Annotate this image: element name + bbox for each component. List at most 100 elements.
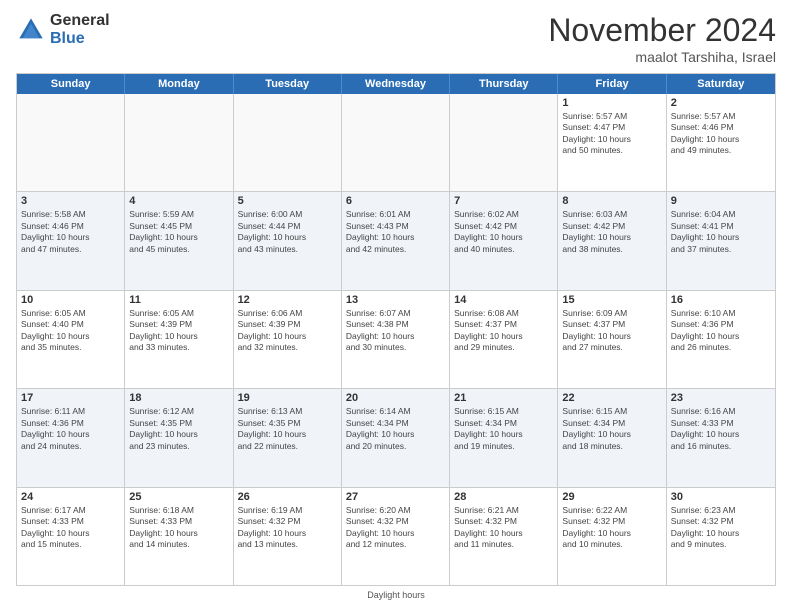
day-info: Sunrise: 6:11 AM Sunset: 4:36 PM Dayligh… [21,406,120,452]
page: General Blue November 2024 maalot Tarshi… [0,0,792,612]
day-number: 30 [671,491,771,503]
day-number: 5 [238,195,337,207]
day-number: 19 [238,392,337,404]
cal-cell-day-17: 17 Sunrise: 6:11 AM Sunset: 4:36 PM Dayli… [17,389,125,486]
day-number: 18 [129,392,228,404]
day-info: Sunrise: 6:08 AM Sunset: 4:37 PM Dayligh… [454,308,553,354]
logo-text: General Blue [50,12,110,47]
footer: Daylight hours [16,590,776,600]
day-number: 28 [454,491,553,503]
calendar: SundayMondayTuesdayWednesdayThursdayFrid… [16,73,776,586]
cal-cell-day-23: 23Sunrise: 6:16 AM Sunset: 4:33 PM Dayli… [667,389,775,486]
cal-row-1: 3 Sunrise: 5:58 AM Sunset: 4:46 PM Daylig… [17,192,775,290]
logo-general: General [50,12,110,30]
day-info: Sunrise: 5:58 AM Sunset: 4:46 PM Dayligh… [21,209,120,255]
day-info: Sunrise: 6:14 AM Sunset: 4:34 PM Dayligh… [346,406,445,452]
day-number: 4 [129,195,228,207]
header-day-friday: Friday [558,74,666,94]
day-number: 10 [21,294,120,306]
day-info: Sunrise: 6:13 AM Sunset: 4:35 PM Dayligh… [238,406,337,452]
cal-cell-day-20: 20 Sunrise: 6:14 AM Sunset: 4:34 PM Dayli… [342,389,450,486]
title-block: November 2024 maalot Tarshiha, Israel [548,12,776,65]
day-number: 8 [562,195,661,207]
day-info: Sunrise: 6:15 AM Sunset: 4:34 PM Dayligh… [454,406,553,452]
day-info: Sunrise: 6:18 AM Sunset: 4:33 PM Dayligh… [129,505,228,551]
day-info: Sunrise: 5:57 AM Sunset: 4:47 PM Dayligh… [562,111,661,157]
cal-cell-day-21: 21 Sunrise: 6:15 AM Sunset: 4:34 PM Dayli… [450,389,558,486]
day-info: Sunrise: 6:05 AM Sunset: 4:40 PM Dayligh… [21,308,120,354]
cal-cell-day-19: 19 Sunrise: 6:13 AM Sunset: 4:35 PM Dayli… [234,389,342,486]
calendar-header: SundayMondayTuesdayWednesdayThursdayFrid… [17,74,775,94]
day-info: Sunrise: 6:21 AM Sunset: 4:32 PM Dayligh… [454,505,553,551]
cal-row-0: 1 Sunrise: 5:57 AM Sunset: 4:47 PM Daylig… [17,94,775,192]
day-info: Sunrise: 6:22 AM Sunset: 4:32 PM Dayligh… [562,505,661,551]
cal-row-2: 10 Sunrise: 6:05 AM Sunset: 4:40 PM Dayli… [17,291,775,389]
day-number: 1 [562,97,661,109]
day-info: Sunrise: 6:17 AM Sunset: 4:33 PM Dayligh… [21,505,120,551]
cal-cell-day-29: 29 Sunrise: 6:22 AM Sunset: 4:32 PM Dayli… [558,488,666,585]
day-number: 6 [346,195,445,207]
cal-cell-day-25: 25 Sunrise: 6:18 AM Sunset: 4:33 PM Dayli… [125,488,233,585]
day-info: Sunrise: 6:05 AM Sunset: 4:39 PM Dayligh… [129,308,228,354]
cal-cell-day-30: 30 Sunrise: 6:23 AM Sunset: 4:32 PM Dayli… [667,488,775,585]
cal-cell-day-13: 13Sunrise: 6:07 AM Sunset: 4:38 PM Dayli… [342,291,450,388]
day-number: 12 [238,294,337,306]
cal-cell-day-22: 22Sunrise: 6:15 AM Sunset: 4:34 PM Dayli… [558,389,666,486]
day-info: Sunrise: 6:01 AM Sunset: 4:43 PM Dayligh… [346,209,445,255]
day-info: Sunrise: 6:23 AM Sunset: 4:32 PM Dayligh… [671,505,771,551]
day-info: Sunrise: 6:19 AM Sunset: 4:32 PM Dayligh… [238,505,337,551]
day-number: 27 [346,491,445,503]
month-title: November 2024 [548,12,776,49]
header: General Blue November 2024 maalot Tarshi… [16,12,776,65]
cal-cell-day-8: 8 Sunrise: 6:03 AM Sunset: 4:42 PM Daylig… [558,192,666,289]
day-info: Sunrise: 6:16 AM Sunset: 4:33 PM Dayligh… [671,406,771,452]
cal-cell-day-5: 5Sunrise: 6:00 AM Sunset: 4:44 PM Daylig… [234,192,342,289]
cal-cell-day-7: 7 Sunrise: 6:02 AM Sunset: 4:42 PM Daylig… [450,192,558,289]
cal-cell-day-10: 10 Sunrise: 6:05 AM Sunset: 4:40 PM Dayli… [17,291,125,388]
day-number: 21 [454,392,553,404]
day-number: 9 [671,195,771,207]
day-number: 22 [562,392,661,404]
day-info: Sunrise: 6:07 AM Sunset: 4:38 PM Dayligh… [346,308,445,354]
cal-cell-day-24: 24 Sunrise: 6:17 AM Sunset: 4:33 PM Dayli… [17,488,125,585]
cal-cell-day-14: 14Sunrise: 6:08 AM Sunset: 4:37 PM Dayli… [450,291,558,388]
cal-cell-empty [17,94,125,191]
logo: General Blue [16,12,110,47]
logo-blue: Blue [50,30,110,48]
cal-cell-day-2: 2Sunrise: 5:57 AM Sunset: 4:46 PM Daylig… [667,94,775,191]
header-day-saturday: Saturday [667,74,775,94]
day-number: 26 [238,491,337,503]
day-number: 25 [129,491,228,503]
cal-cell-day-1: 1 Sunrise: 5:57 AM Sunset: 4:47 PM Daylig… [558,94,666,191]
cal-cell-day-26: 26 Sunrise: 6:19 AM Sunset: 4:32 PM Dayli… [234,488,342,585]
day-info: Sunrise: 5:59 AM Sunset: 4:45 PM Dayligh… [129,209,228,255]
day-number: 2 [671,97,771,109]
day-info: Sunrise: 6:02 AM Sunset: 4:42 PM Dayligh… [454,209,553,255]
cal-cell-day-6: 6 Sunrise: 6:01 AM Sunset: 4:43 PM Daylig… [342,192,450,289]
day-info: Sunrise: 6:12 AM Sunset: 4:35 PM Dayligh… [129,406,228,452]
cal-cell-day-11: 11 Sunrise: 6:05 AM Sunset: 4:39 PM Dayli… [125,291,233,388]
cal-cell-day-18: 18 Sunrise: 6:12 AM Sunset: 4:35 PM Dayli… [125,389,233,486]
cal-cell-day-16: 16Sunrise: 6:10 AM Sunset: 4:36 PM Dayli… [667,291,775,388]
day-number: 24 [21,491,120,503]
header-day-monday: Monday [125,74,233,94]
cal-cell-day-9: 9 Sunrise: 6:04 AM Sunset: 4:41 PM Daylig… [667,192,775,289]
day-number: 11 [129,294,228,306]
day-number: 3 [21,195,120,207]
cal-cell-day-12: 12Sunrise: 6:06 AM Sunset: 4:39 PM Dayli… [234,291,342,388]
day-info: Sunrise: 6:20 AM Sunset: 4:32 PM Dayligh… [346,505,445,551]
cal-cell-empty [450,94,558,191]
day-number: 17 [21,392,120,404]
day-number: 29 [562,491,661,503]
day-number: 7 [454,195,553,207]
calendar-body: 1 Sunrise: 5:57 AM Sunset: 4:47 PM Daylig… [17,94,775,585]
header-day-tuesday: Tuesday [234,74,342,94]
day-info: Sunrise: 6:03 AM Sunset: 4:42 PM Dayligh… [562,209,661,255]
header-day-sunday: Sunday [17,74,125,94]
day-info: Sunrise: 6:04 AM Sunset: 4:41 PM Dayligh… [671,209,771,255]
cal-cell-day-15: 15Sunrise: 6:09 AM Sunset: 4:37 PM Dayli… [558,291,666,388]
day-number: 20 [346,392,445,404]
cal-cell-day-3: 3 Sunrise: 5:58 AM Sunset: 4:46 PM Daylig… [17,192,125,289]
cal-row-4: 24 Sunrise: 6:17 AM Sunset: 4:33 PM Dayli… [17,488,775,585]
cal-cell-day-28: 28 Sunrise: 6:21 AM Sunset: 4:32 PM Dayli… [450,488,558,585]
